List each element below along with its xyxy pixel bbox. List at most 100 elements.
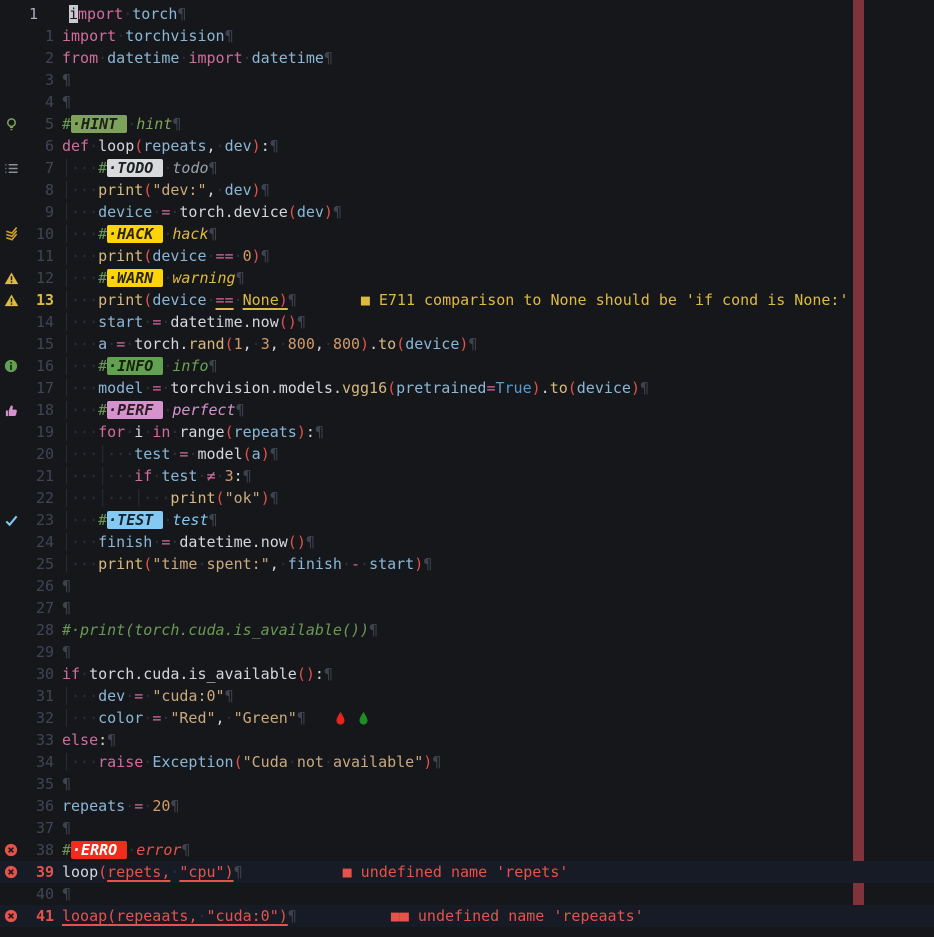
code-line[interactable]: 39loop(repets,·"cpu")¶■ undefined name '… xyxy=(0,861,934,883)
line-number[interactable]: 20 xyxy=(22,443,54,465)
line-number[interactable]: 37 xyxy=(22,817,54,839)
line-number[interactable]: 22 xyxy=(22,487,54,509)
token: │ xyxy=(62,533,71,551)
line-number[interactable]: 6 xyxy=(22,135,54,157)
line-number[interactable]: 3 xyxy=(22,69,54,91)
line-number[interactable]: 9 xyxy=(22,201,54,223)
code-line[interactable]: 27¶ xyxy=(0,597,934,619)
code-line[interactable]: 30if·torch.cuda.is_available():¶ xyxy=(0,663,934,685)
line-number[interactable]: 15 xyxy=(22,333,54,355)
line-number[interactable]: 32 xyxy=(22,707,54,729)
code-line[interactable]: 20│···│···test·=·model(a)¶ xyxy=(0,443,934,465)
code-line[interactable]: 37¶ xyxy=(0,817,934,839)
token: ··· xyxy=(71,313,98,331)
token: , xyxy=(270,335,279,353)
code-line[interactable]: 34│···raise·Exception("Cuda·not·availabl… xyxy=(0,751,934,773)
line-number[interactable]: 1 xyxy=(22,25,54,47)
token: torchvision xyxy=(170,379,269,397)
line-number[interactable]: 13 xyxy=(22,289,54,311)
line-number[interactable]: 2 xyxy=(22,47,54,69)
code-line[interactable]: 3¶ xyxy=(0,69,934,91)
code-line[interactable]: 2from·datetime·import·datetime¶ xyxy=(0,47,934,69)
code-line[interactable]: 10│···#·HACK ·hack¶ xyxy=(0,223,934,245)
code-line[interactable]: 5#·HINT ·hint¶ xyxy=(0,113,934,135)
line-number[interactable]: 18 xyxy=(22,399,54,421)
code-line[interactable]: 6def·loop(repeats,·dev):¶ xyxy=(0,135,934,157)
code-text: │···device·=·torch.device(dev)¶ xyxy=(62,201,342,223)
line-number[interactable]: 33 xyxy=(22,729,54,751)
code-line[interactable]: 33else:¶ xyxy=(0,729,934,751)
line-number[interactable]: 12 xyxy=(22,267,54,289)
code-line[interactable]: 1import·torchvision¶ xyxy=(0,25,934,47)
code-line[interactable]: 38#·ERRO ·error¶ xyxy=(0,839,934,861)
code-line[interactable]: 26¶ xyxy=(0,575,934,597)
line-number[interactable]: 26 xyxy=(22,575,54,597)
code-editor[interactable]: 1import·torch¶1import·torchvision¶2from·… xyxy=(0,0,934,937)
code-line[interactable]: 4¶ xyxy=(0,91,934,113)
code-line[interactable]: 41looap(repeaats,·"cuda:0")¶■■ undefined… xyxy=(0,905,934,927)
line-number[interactable]: 29 xyxy=(22,641,54,663)
line-number[interactable]: 41 xyxy=(22,905,54,927)
code-line[interactable]: 14│···start·=·datetime.now()¶ xyxy=(0,311,934,333)
token: ··· xyxy=(71,467,98,485)
line-number[interactable]: 17 xyxy=(22,377,54,399)
line-number[interactable]: 4 xyxy=(22,91,54,113)
line-number[interactable]: 28 xyxy=(22,619,54,641)
token: datetime xyxy=(107,49,179,67)
line-number[interactable]: 8 xyxy=(22,179,54,201)
line-number[interactable]: 35 xyxy=(22,773,54,795)
line-number[interactable]: 10 xyxy=(22,223,54,245)
line-number[interactable]: 39 xyxy=(22,861,54,883)
code-line[interactable]: 28#·print(torch.cuda.is_available())¶ xyxy=(0,619,934,641)
token: ) xyxy=(297,423,306,441)
token: ¶ xyxy=(225,687,234,705)
code-line[interactable]: 25│···print("time·spent:",·finish·-·star… xyxy=(0,553,934,575)
code-line[interactable]: 13│···print(device·==·None)¶■ E711 compa… xyxy=(0,289,934,311)
code-line[interactable]: 16 │···#·INFO ·info¶ xyxy=(0,355,934,377)
code-line[interactable]: 29¶ xyxy=(0,641,934,663)
line-number[interactable]: 36 xyxy=(22,795,54,817)
code-line[interactable]: 15│···a·=·torch.rand(1,·3,·800,·800).to(… xyxy=(0,333,934,355)
code-line[interactable]: 1import·torch¶ xyxy=(0,3,934,25)
line-number[interactable]: 25 xyxy=(22,553,54,575)
line-number[interactable]: 30 xyxy=(22,663,54,685)
token: , xyxy=(207,181,216,199)
line-number[interactable]: 11 xyxy=(22,245,54,267)
code-line[interactable]: 11│···print(device·==·0)¶ xyxy=(0,245,934,267)
code-line[interactable]: 21│···│···if·test·≠·3:¶ xyxy=(0,465,934,487)
code-line[interactable]: 24│···finish·=·datetime.now()¶ xyxy=(0,531,934,553)
code-line[interactable]: 7│···#·TODO ·todo¶ xyxy=(0,157,934,179)
code-line[interactable]: 23│···#·TEST ·test¶ xyxy=(0,509,934,531)
line-number[interactable]: 1 xyxy=(22,3,61,25)
code-line[interactable]: 31│···dev·=·"cuda:0"¶ xyxy=(0,685,934,707)
line-number[interactable]: 5 xyxy=(22,113,54,135)
code-text: │···#·INFO ·info¶ xyxy=(62,355,218,377)
sign-column xyxy=(0,135,22,157)
code-line[interactable]: 40¶ xyxy=(0,883,934,905)
line-number[interactable]: 14 xyxy=(22,311,54,333)
line-number[interactable]: 24 xyxy=(22,531,54,553)
token: · xyxy=(197,467,206,485)
code-buffer[interactable]: 1import·torch¶1import·torchvision¶2from·… xyxy=(0,0,934,927)
code-line[interactable]: 18│···#·PERF ·perfect¶ xyxy=(0,399,934,421)
code-line[interactable]: 35¶ xyxy=(0,773,934,795)
token: rand xyxy=(188,335,224,353)
line-number[interactable]: 31 xyxy=(22,685,54,707)
line-number[interactable]: 19 xyxy=(22,421,54,443)
line-number[interactable]: 38 xyxy=(22,839,54,861)
line-number[interactable]: 7 xyxy=(22,157,54,179)
line-number[interactable]: 27 xyxy=(22,597,54,619)
line-number[interactable]: 23 xyxy=(22,509,54,531)
line-number[interactable]: 34 xyxy=(22,751,54,773)
code-line[interactable]: 19│···for·i·in·range(repeats):¶ xyxy=(0,421,934,443)
code-line[interactable]: 22│···│···│···print("ok")¶ xyxy=(0,487,934,509)
code-line[interactable]: 17│···model·=·torchvision.models.vgg16(p… xyxy=(0,377,934,399)
code-line[interactable]: 8│···print("dev:",·dev)¶ xyxy=(0,179,934,201)
line-number[interactable]: 21 xyxy=(22,465,54,487)
line-number[interactable]: 16 xyxy=(22,355,54,377)
code-line[interactable]: 9 │···device·=·torch.device(dev)¶ xyxy=(0,201,934,223)
code-line[interactable]: 36repeats·=·20¶ xyxy=(0,795,934,817)
line-number[interactable]: 40 xyxy=(22,883,54,905)
code-line[interactable]: 32│···color·=·"Red",·"Green"¶ xyxy=(0,707,934,729)
code-line[interactable]: 12│···#·WARN ·warning¶ xyxy=(0,267,934,289)
